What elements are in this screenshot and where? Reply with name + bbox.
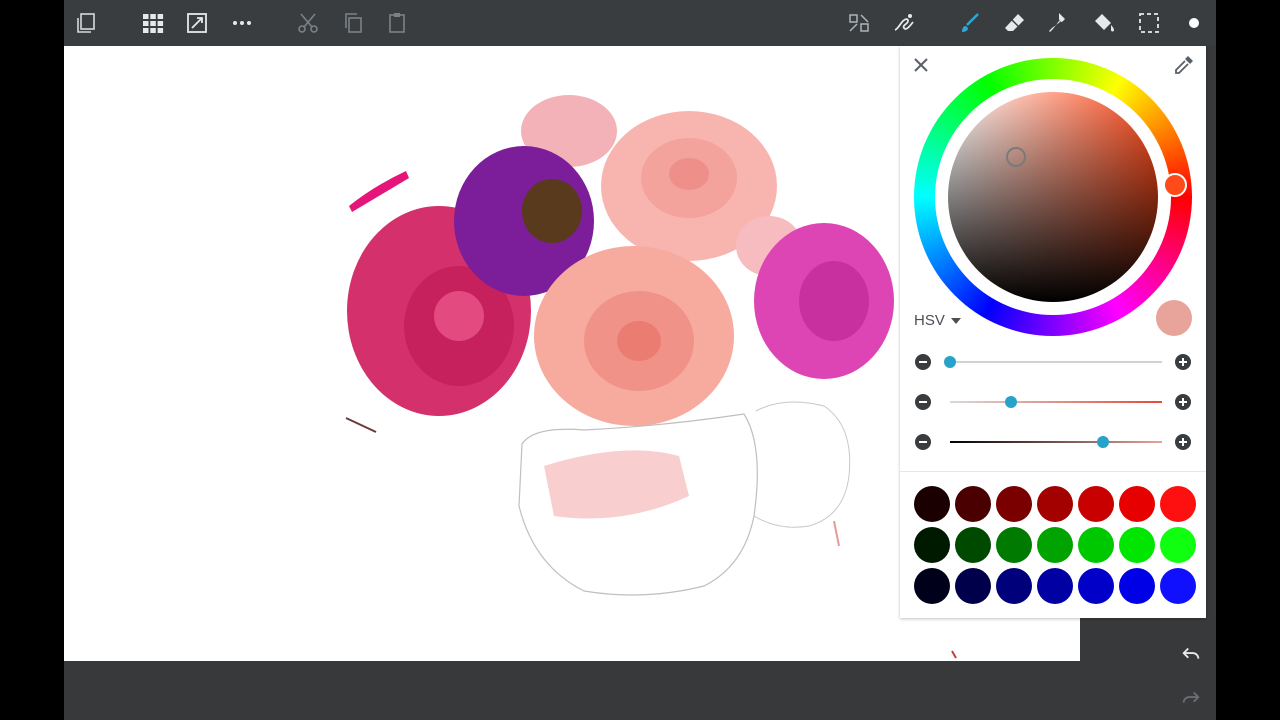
- grid-icon[interactable]: [136, 6, 170, 40]
- value-slider-row: [912, 430, 1196, 454]
- palette-swatch[interactable]: [1037, 527, 1073, 563]
- palette-swatch[interactable]: [1037, 486, 1073, 522]
- hue-minus-button[interactable]: [914, 353, 932, 371]
- palette-swatch[interactable]: [1078, 568, 1114, 604]
- value-slider-thumb[interactable]: [1096, 436, 1109, 448]
- palette-swatch[interactable]: [955, 527, 991, 563]
- selection-icon[interactable]: [1132, 6, 1166, 40]
- color-picker-panel: HSV: [900, 46, 1206, 618]
- smudge-icon[interactable]: [1042, 6, 1076, 40]
- layers-icon[interactable]: [69, 6, 103, 40]
- palette-swatch[interactable]: [914, 527, 950, 563]
- value-plus-button[interactable]: [1174, 433, 1192, 451]
- palette-swatch[interactable]: [1119, 568, 1155, 604]
- divider: [900, 471, 1206, 472]
- palette-swatch[interactable]: [1078, 527, 1114, 563]
- color-mode-dropdown[interactable]: HSV: [914, 312, 961, 329]
- redo-icon: [1182, 691, 1200, 703]
- palette-swatch[interactable]: [996, 486, 1032, 522]
- more-icon[interactable]: [225, 6, 259, 40]
- saturation-slider-row: [912, 390, 1196, 414]
- palette-swatch[interactable]: [996, 568, 1032, 604]
- undo-icon: [1182, 647, 1200, 659]
- eyedropper-icon[interactable]: [1172, 53, 1196, 77]
- chevron-down-icon: [950, 317, 961, 324]
- saturation-value-disc[interactable]: [948, 92, 1158, 302]
- redo-button[interactable]: [1174, 681, 1208, 715]
- palette-swatch[interactable]: [1037, 568, 1073, 604]
- palette-swatch[interactable]: [1078, 486, 1114, 522]
- palette-swatch[interactable]: [955, 568, 991, 604]
- palette-swatch[interactable]: [914, 486, 950, 522]
- eraser-icon[interactable]: [998, 6, 1032, 40]
- hue-plus-button[interactable]: [1174, 353, 1192, 371]
- palette-swatch[interactable]: [1119, 527, 1155, 563]
- value-slider-track[interactable]: [950, 441, 1162, 443]
- palette-swatch[interactable]: [1160, 527, 1196, 563]
- palette-swatch[interactable]: [914, 568, 950, 604]
- saturation-minus-button[interactable]: [914, 393, 932, 411]
- copy-icon[interactable]: [336, 6, 370, 40]
- transform-icon[interactable]: [180, 6, 214, 40]
- value-minus-button[interactable]: [914, 433, 932, 451]
- paste-icon[interactable]: [380, 6, 414, 40]
- sv-selector[interactable]: [1006, 147, 1026, 167]
- palette-swatch[interactable]: [955, 486, 991, 522]
- close-icon[interactable]: [909, 53, 933, 77]
- saturation-plus-button[interactable]: [1174, 393, 1192, 411]
- hue-slider-track[interactable]: [950, 361, 1162, 363]
- palette-swatch[interactable]: [1119, 486, 1155, 522]
- cut-icon[interactable]: [291, 6, 325, 40]
- hue-slider-row: [912, 350, 1196, 374]
- undo-button[interactable]: [1174, 637, 1208, 671]
- brush-icon[interactable]: [953, 6, 987, 40]
- hue-slider-thumb[interactable]: [944, 356, 956, 368]
- hue-selector[interactable]: [1163, 173, 1187, 197]
- palette-swatch[interactable]: [1160, 568, 1196, 604]
- saturation-slider-track[interactable]: [950, 401, 1162, 403]
- current-color-swatch[interactable]: [1156, 300, 1192, 336]
- symmetry-icon[interactable]: [842, 6, 876, 40]
- palette-swatch[interactable]: [1160, 486, 1196, 522]
- top-toolbar: [64, 0, 1216, 46]
- color-dot-icon[interactable]: [1177, 6, 1211, 40]
- color-mode-label: HSV: [914, 312, 945, 329]
- drawing-app: HSV: [64, 0, 1216, 720]
- saturation-slider-thumb[interactable]: [1005, 396, 1018, 408]
- stroke-icon[interactable]: [887, 6, 921, 40]
- palette-swatch[interactable]: [996, 527, 1032, 563]
- fill-icon[interactable]: [1087, 6, 1121, 40]
